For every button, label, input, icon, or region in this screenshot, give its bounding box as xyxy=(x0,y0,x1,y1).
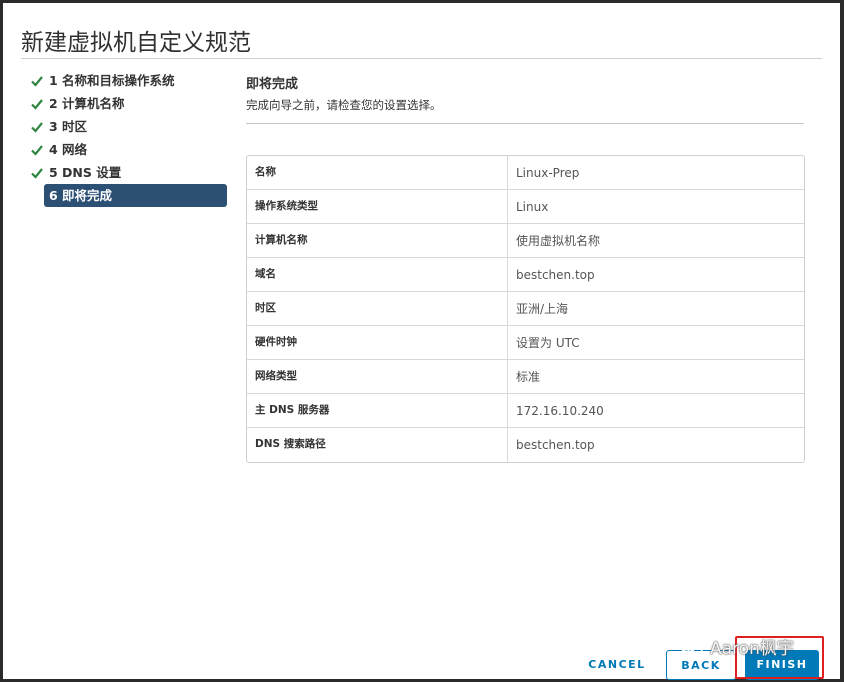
table-row: 时区 亚洲/上海 xyxy=(247,292,804,326)
check-icon xyxy=(31,168,43,179)
row-label: 计算机名称 xyxy=(247,224,508,257)
dialog-title: 新建虚拟机自定义规范 xyxy=(21,30,251,56)
row-label: DNS 搜索路径 xyxy=(247,428,508,462)
row-value: 标准 xyxy=(516,370,541,384)
row-value: 172.16.10.240 xyxy=(516,404,604,418)
table-row: 操作系统类型 Linux xyxy=(247,190,804,224)
step-label: 3 时区 xyxy=(49,119,88,134)
customization-spec-dialog: 新建虚拟机自定义规范 1 名称和目标操作系统 2 计算机名称 3 时区 4 网络… xyxy=(3,3,840,680)
step-name-os[interactable]: 1 名称和目标操作系统 xyxy=(29,69,233,92)
table-row: DNS 搜索路径 bestchen.top xyxy=(247,428,804,462)
row-value: 设置为 UTC xyxy=(516,336,580,350)
table-row: 主 DNS 服务器 172.16.10.240 xyxy=(247,394,804,428)
section-title: 即将完成 xyxy=(246,77,299,92)
row-label: 主 DNS 服务器 xyxy=(247,394,508,427)
content-divider xyxy=(246,123,804,124)
section-description: 完成向导之前，请检查您的设置选择。 xyxy=(246,98,442,112)
table-row: 硬件时钟 设置为 UTC xyxy=(247,326,804,360)
step-label: 6 即将完成 xyxy=(49,188,113,203)
row-value: Linux xyxy=(516,200,549,214)
title-divider xyxy=(21,58,822,59)
wechat-icon xyxy=(678,637,703,655)
step-dns-settings[interactable]: 5 DNS 设置 xyxy=(29,161,233,184)
row-value: Linux-Prep xyxy=(516,166,580,180)
step-label: 1 名称和目标操作系统 xyxy=(49,73,175,88)
table-row: 计算机名称 使用虚拟机名称 xyxy=(247,224,804,258)
row-label: 硬件时钟 xyxy=(247,326,508,359)
cancel-button[interactable]: CANCEL xyxy=(577,650,657,680)
check-icon xyxy=(31,76,43,87)
summary-table: 名称 Linux-Prep 操作系统类型 Linux 计算机名称 使用虚拟机名称… xyxy=(246,155,805,463)
row-value: bestchen.top xyxy=(516,438,595,452)
row-label: 域名 xyxy=(247,258,508,291)
step-network[interactable]: 4 网络 xyxy=(29,138,233,161)
table-row: 网络类型 标准 xyxy=(247,360,804,394)
step-timezone[interactable]: 3 时区 xyxy=(29,115,233,138)
check-icon xyxy=(31,122,43,133)
step-label: 5 DNS 设置 xyxy=(49,165,122,180)
row-value: 使用虚拟机名称 xyxy=(516,234,601,248)
step-ready-to-complete[interactable]: 6 即将完成 xyxy=(44,184,227,207)
step-computer-name[interactable]: 2 计算机名称 xyxy=(29,92,233,115)
row-label: 时区 xyxy=(247,292,508,325)
check-icon xyxy=(31,99,43,110)
row-label: 网络类型 xyxy=(247,360,508,393)
row-label: 名称 xyxy=(247,156,508,189)
watermark-text: Aaron枫宇 xyxy=(710,639,794,659)
table-row: 名称 Linux-Prep xyxy=(247,156,804,190)
wizard-steps: 1 名称和目标操作系统 2 计算机名称 3 时区 4 网络 5 DNS 设置 6… xyxy=(29,69,233,207)
table-row: 域名 bestchen.top xyxy=(247,258,804,292)
row-label: 操作系统类型 xyxy=(247,190,508,223)
row-value: 亚洲/上海 xyxy=(516,302,569,316)
row-value: bestchen.top xyxy=(516,268,595,282)
step-label: 4 网络 xyxy=(49,142,88,157)
step-label: 2 计算机名称 xyxy=(49,96,125,111)
content-header: 即将完成 完成向导之前，请检查您的设置选择。 xyxy=(246,73,808,124)
check-icon xyxy=(31,145,43,156)
watermark: Aaron枫宇 xyxy=(678,634,794,659)
